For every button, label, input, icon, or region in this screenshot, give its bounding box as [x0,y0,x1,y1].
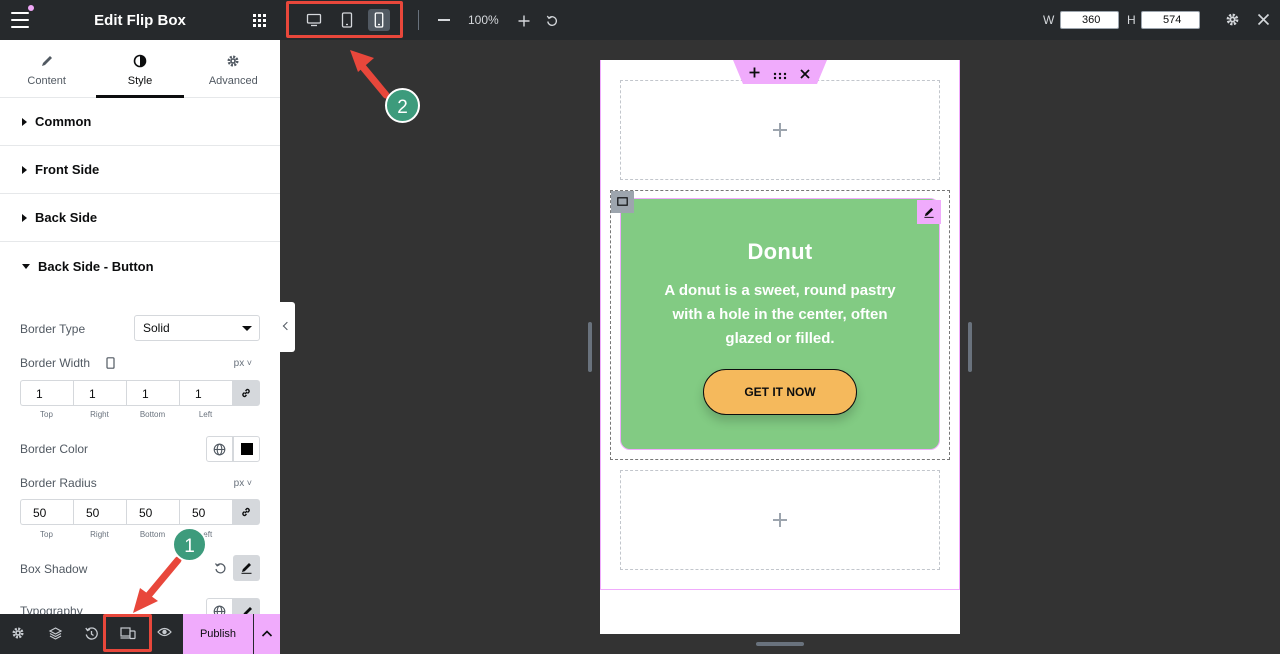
annotation-arrow-1 [144,556,182,600]
annotation-badge-2: 2 [385,88,420,123]
annotation-badge-1: 1 [172,527,207,562]
annotation-arrow-2 [358,62,390,99]
